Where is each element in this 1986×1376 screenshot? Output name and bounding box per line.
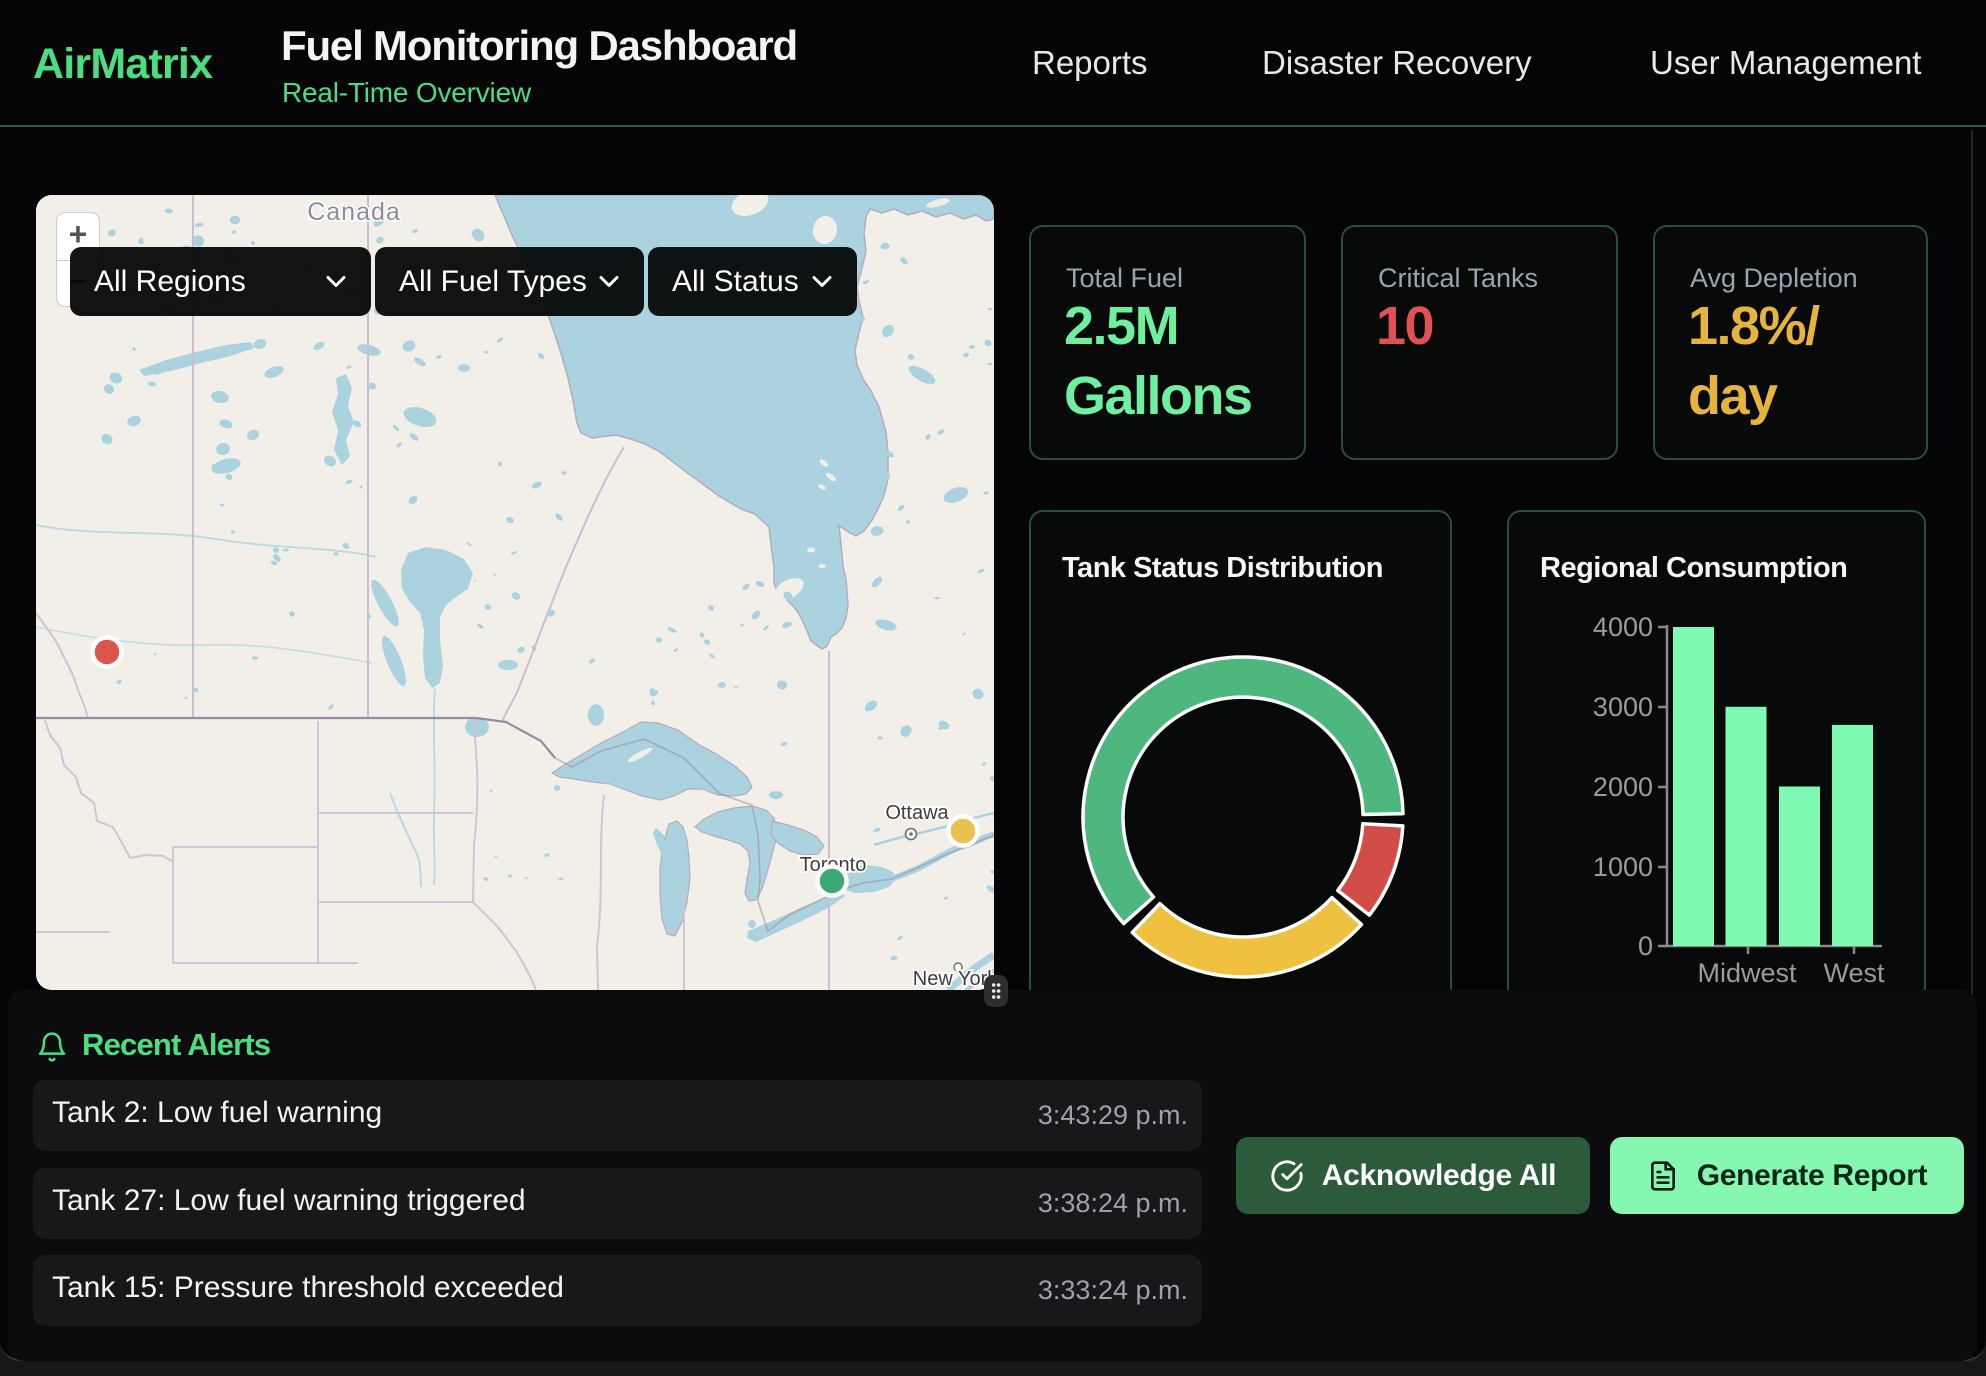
svg-text:New York: New York bbox=[913, 968, 994, 990]
svg-text:West: West bbox=[1823, 958, 1885, 988]
svg-text:0: 0 bbox=[1638, 931, 1653, 961]
svg-text:1000: 1000 bbox=[1593, 852, 1653, 882]
svg-text:4000: 4000 bbox=[1593, 612, 1653, 642]
svg-text:3000: 3000 bbox=[1593, 692, 1653, 722]
svg-text:Ottawa: Ottawa bbox=[885, 802, 949, 824]
svg-text:Midwest: Midwest bbox=[1697, 958, 1797, 988]
svg-text:2000: 2000 bbox=[1593, 772, 1653, 802]
svg-text:Canada: Canada bbox=[307, 198, 401, 226]
